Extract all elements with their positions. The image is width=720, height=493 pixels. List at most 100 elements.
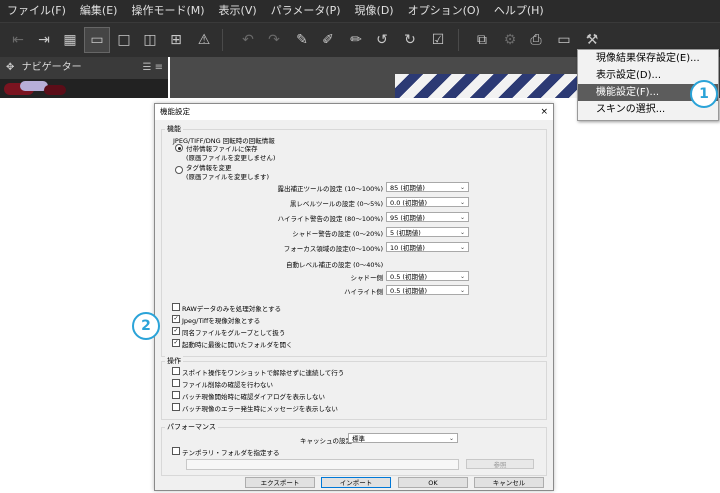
navigator-thumbnail	[0, 79, 168, 98]
cache-setting-label: キャッシュの設定	[300, 437, 352, 445]
dialog-title: 機能設定	[160, 107, 190, 116]
function-settings-dialog: 機能設定 × 機能 JPEG/TIFF/DNG 回転時の回転情報 付帯情報ファイ…	[154, 103, 554, 491]
rotate-left-icon[interactable]: ↺	[370, 28, 394, 52]
highlight-warning-setting-label: ハイライト警告の設定 (80〜100%)	[277, 215, 383, 223]
highlight-warning-setting-value: 95 (初期値)	[390, 214, 425, 222]
checkbox-icon[interactable]: ☑	[426, 28, 450, 52]
skip-delete-confirm-checkbox[interactable]	[172, 379, 180, 387]
develop-icon[interactable]: ⧉	[470, 28, 494, 52]
quad-view-icon[interactable]: ⊞	[164, 28, 188, 52]
dialog-titlebar: 機能設定 ×	[155, 104, 553, 120]
menubar: ファイル(F) 編集(E) 操作モード(M) 表示(V) パラメータ(P) 現像…	[0, 0, 720, 22]
batch-no-confirm-checkbox[interactable]	[172, 391, 180, 399]
print-icon[interactable]: ⎙	[524, 28, 548, 52]
grid-view-icon[interactable]: ▦	[58, 28, 82, 52]
shadow-warning-setting-label: シャドー警告の設定 (0〜20%)	[292, 230, 383, 238]
full-view-icon[interactable]: □	[112, 28, 136, 52]
jpeg-tiff-label: Jpeg/Tiffを現像対象とする	[182, 317, 261, 325]
focus-area-setting-value: 10 (初期値)	[390, 244, 425, 252]
cancel-button[interactable]: キャンセル	[474, 477, 544, 488]
menu-view[interactable]: 表示(V)	[212, 0, 264, 22]
redo-icon[interactable]: ↷	[262, 28, 286, 52]
exposure-setting-label: 露出補正ツールの設定 (10〜100%)	[277, 185, 384, 193]
image-preview	[395, 74, 580, 98]
auto-level-highlight-value: 0.5 (初期値)	[390, 287, 427, 295]
chevron-down-icon: ⌄	[459, 287, 465, 294]
chevron-down-icon: ⌄	[459, 273, 465, 280]
eyedropper-gray-icon[interactable]: ✏	[344, 28, 368, 52]
group-same-name-checkbox[interactable]: ✓	[172, 327, 180, 335]
navigator-menu-icon[interactable]: ☰ ≡	[142, 57, 163, 79]
black-level-setting-label: 黒レベルツールの設定 (0〜5%)	[289, 200, 383, 208]
auto-level-shadow-select[interactable]: 0.5 (初期値) ⌄	[386, 271, 469, 281]
jpeg-tiff-checkbox[interactable]: ✓	[172, 315, 180, 323]
compare-view-icon[interactable]: ◫	[138, 28, 162, 52]
chevron-down-icon: ⌄	[459, 229, 465, 236]
exposure-setting-value: 85 (初期値)	[390, 184, 425, 192]
skip-delete-confirm-label: ファイル削除の確認を行わない	[182, 381, 273, 389]
focus-area-setting-label: フォーカス領域の設定(0〜100%)	[283, 245, 383, 253]
raw-only-checkbox[interactable]	[172, 303, 180, 311]
rotate-right-icon[interactable]: ↻	[398, 28, 422, 52]
open-last-folder-label: 起動時に最後に開いたフォルダを開く	[182, 341, 293, 349]
callout-1: 1	[690, 80, 718, 108]
app-window: ファイル(F) 編集(E) 操作モード(M) 表示(V) パラメータ(P) 現像…	[0, 0, 720, 493]
menu-item-develop-save-settings[interactable]: 現像結果保存設定(E)...	[578, 50, 718, 67]
menu-option[interactable]: オプション(O)	[401, 0, 487, 22]
eyedropper-wb-icon[interactable]: ✎	[290, 28, 314, 52]
menu-parameter[interactable]: パラメータ(P)	[264, 0, 348, 22]
menu-file[interactable]: ファイル(F)	[0, 0, 73, 22]
single-view-icon[interactable]: ▭	[84, 27, 110, 53]
menu-help[interactable]: ヘルプ(H)	[487, 0, 551, 22]
group-same-name-label: 同名ファイルをグループとして扱う	[182, 329, 286, 337]
batch-no-confirm-label: バッチ現像開始時に確認ダイアログを表示しない	[182, 393, 325, 401]
batch-icon[interactable]: ⚙	[498, 28, 522, 52]
raw-only-label: RAWデータのみを処理対象とする	[182, 305, 282, 313]
ok-button[interactable]: OK	[398, 477, 468, 488]
toolbar-divider	[222, 29, 223, 51]
chevron-down-icon: ⌄	[448, 435, 454, 442]
cache-setting-select[interactable]: 標準 ⌄	[348, 433, 458, 443]
black-level-setting-select[interactable]: 0.0 (初期値) ⌄	[386, 197, 469, 207]
chevron-down-icon: ⌄	[459, 199, 465, 206]
menu-develop[interactable]: 現像(D)	[348, 0, 401, 22]
highlight-warning-setting-select[interactable]: 95 (初期値) ⌄	[386, 212, 469, 222]
menu-operation-mode[interactable]: 操作モード(M)	[124, 0, 211, 22]
eyedropper-continuous-checkbox[interactable]	[172, 367, 180, 375]
export-icon[interactable]: ⇥	[32, 28, 56, 52]
shadow-warning-setting-select[interactable]: 5 (初期値) ⌄	[386, 227, 469, 237]
navigator-icon: ✥	[6, 62, 15, 73]
eyedropper-continuous-label: スポイト操作をワンショットで解除せずに連続して行う	[182, 369, 345, 377]
operation-group-label: 操作	[165, 356, 183, 366]
exposure-setting-select[interactable]: 85 (初期値) ⌄	[386, 182, 469, 192]
chevron-down-icon: ⌄	[459, 214, 465, 221]
menu-edit[interactable]: 編集(E)	[73, 0, 125, 22]
import-icon[interactable]: ⇤	[6, 28, 30, 52]
radio-save-sidecar[interactable]	[175, 144, 183, 152]
batch-no-error-message-label: バッチ現像のエラー発生時にメッセージを表示しない	[182, 405, 338, 413]
radio-modify-tag-note: (原画ファイルを変更します)	[186, 173, 270, 181]
focus-area-setting-select[interactable]: 10 (初期値) ⌄	[386, 242, 469, 252]
black-level-setting-value: 0.0 (初期値)	[390, 199, 427, 207]
auto-level-highlight-select[interactable]: 0.5 (初期値) ⌄	[386, 285, 469, 295]
undo-icon[interactable]: ↶	[236, 28, 260, 52]
radio-modify-tag[interactable]	[175, 166, 183, 174]
warning-icon[interactable]: ⚠	[192, 28, 216, 52]
batch-no-error-message-checkbox[interactable]	[172, 403, 180, 411]
navigator-header: ✥ ナビゲーター ☰ ≡	[0, 57, 168, 79]
close-icon[interactable]: ×	[540, 104, 548, 120]
chevron-down-icon: ⌄	[459, 244, 465, 251]
display-icon[interactable]: ▭	[552, 28, 576, 52]
feature-group-label: 機能	[165, 124, 183, 134]
open-last-folder-checkbox[interactable]: ✓	[172, 339, 180, 347]
auto-level-shadow-label: シャドー側	[350, 274, 384, 282]
temp-folder-label: テンポラリ・フォルダを指定する	[182, 449, 280, 457]
chevron-down-icon: ⌄	[459, 184, 465, 191]
eyedropper-black-icon[interactable]: ✐	[316, 28, 340, 52]
temp-folder-checkbox[interactable]	[172, 447, 180, 455]
auto-level-highlight-label: ハイライト側	[344, 288, 383, 296]
temp-folder-path-field[interactable]	[186, 459, 459, 470]
browse-button[interactable]: 参照	[466, 459, 534, 469]
import-button[interactable]: インポート	[321, 477, 391, 488]
export-button[interactable]: エクスポート	[245, 477, 315, 488]
